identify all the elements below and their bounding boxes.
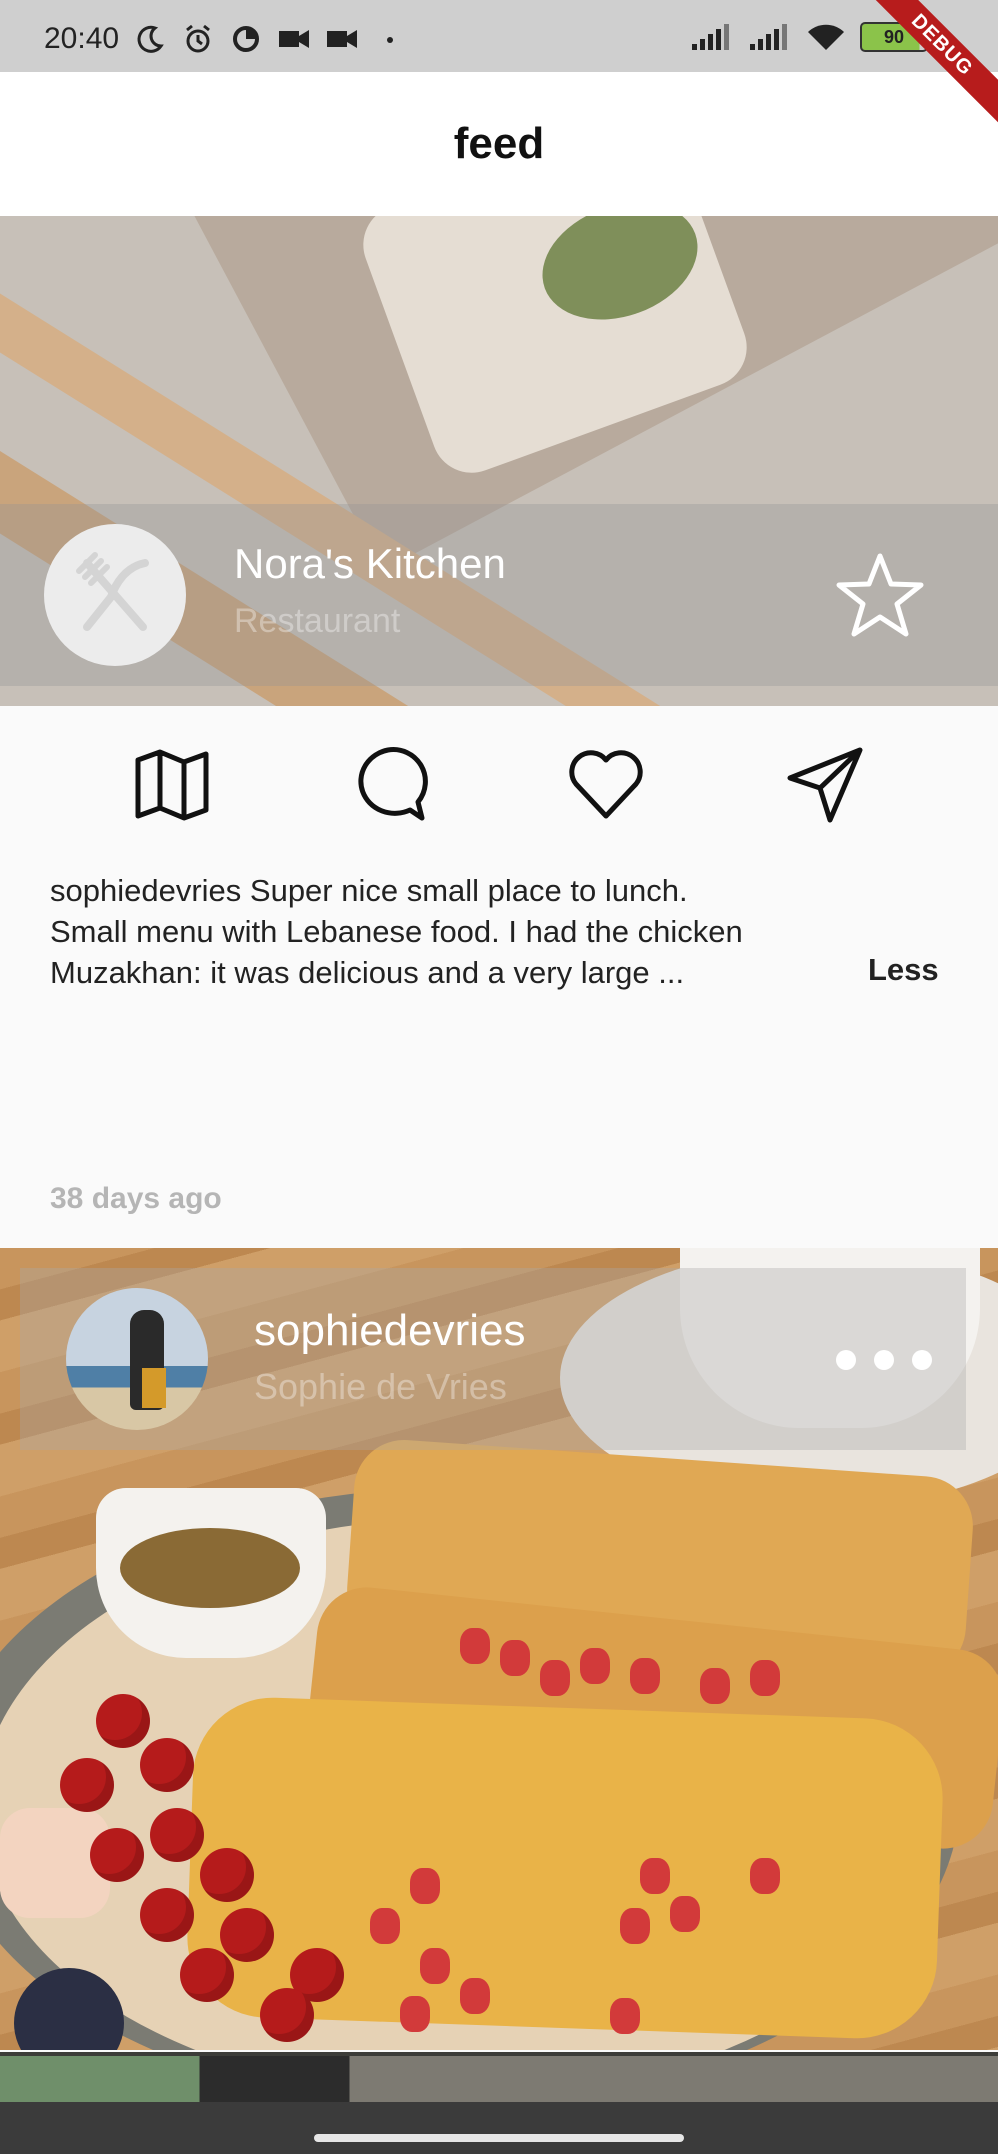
video-icon	[327, 30, 358, 48]
place-avatar[interactable]	[44, 524, 186, 666]
caption-line: Small menu with Lebanese food. I had the…	[50, 914, 743, 949]
send-icon[interactable]	[786, 744, 866, 824]
photo-pomegranate	[540, 1660, 570, 1696]
post-actions	[0, 706, 998, 856]
more-dot	[912, 1350, 932, 1370]
photo-pomegranate	[460, 1978, 490, 2014]
post-full-name: Sophie de Vries	[254, 1366, 507, 1407]
more-dot	[874, 1350, 894, 1370]
photo-pomegranate	[700, 1668, 730, 1704]
post-caption: sophiedevries Super nice small place to …	[50, 870, 850, 993]
photo-pomegranate	[400, 1996, 430, 2032]
photo-pomegranate	[670, 1896, 700, 1932]
photo-pomegranate	[750, 1660, 780, 1696]
app-bar: feed	[0, 72, 998, 216]
photo-berry	[150, 1808, 204, 1862]
map-icon[interactable]	[132, 744, 212, 824]
post-timestamp: 38 days ago	[50, 1182, 222, 1215]
photo-berry	[140, 1738, 194, 1792]
more-horizontal-icon[interactable]	[836, 1340, 932, 1380]
photo-berry	[90, 1828, 144, 1882]
place-type: Restaurant	[234, 602, 401, 640]
photo-sugar	[120, 1528, 300, 1608]
alarm-icon	[186, 24, 211, 53]
photo-pomegranate	[620, 1908, 650, 1944]
star-icon[interactable]	[834, 550, 926, 642]
post-username[interactable]: sophiedevries	[254, 1306, 526, 1356]
status-left: 20:40	[44, 22, 407, 56]
photo-berry	[96, 1694, 150, 1748]
comment-icon[interactable]	[348, 744, 428, 824]
photo-pomegranate	[500, 1640, 530, 1676]
caption-line: Muzakhan: it was delicious and a very la…	[50, 955, 685, 990]
photo-berry	[60, 1758, 114, 1812]
fork-knife-icon	[76, 552, 149, 631]
photo-pomegranate	[420, 1948, 450, 1984]
data-saver-icon	[233, 26, 260, 52]
page-title: feed	[453, 119, 545, 168]
signal-icon	[750, 24, 787, 50]
photo-pomegranate	[460, 1628, 490, 1664]
photo-pomegranate	[370, 1908, 400, 1944]
place-name[interactable]: Nora's Kitchen	[234, 540, 506, 588]
photo-berry	[260, 1988, 314, 2042]
status-right: 90	[690, 22, 933, 52]
caption-line: sophiedevries Super nice small place to …	[50, 873, 688, 908]
video-icon	[279, 30, 310, 48]
navigation-bar	[0, 2102, 998, 2154]
dot-icon	[387, 37, 394, 43]
avatar-person-detail	[142, 1368, 166, 1408]
wifi-icon	[808, 24, 844, 50]
photo-berry	[200, 1848, 254, 1902]
status-time: 20:40	[44, 22, 120, 55]
signal-icon	[692, 24, 729, 50]
photo-pomegranate	[750, 1858, 780, 1894]
avatar[interactable]	[66, 1288, 208, 1430]
photo-berry	[220, 1908, 274, 1962]
heart-icon[interactable]	[566, 744, 646, 824]
photo-pomegranate	[610, 1998, 640, 2034]
photo-pomegranate	[630, 1658, 660, 1694]
photo-berry	[180, 1948, 234, 2002]
status-bar: 20:40 90	[0, 0, 998, 72]
photo-pomegranate	[580, 1648, 610, 1684]
less-toggle[interactable]: Less	[868, 952, 939, 988]
photo-pomegranate	[410, 1868, 440, 1904]
more-dot	[836, 1350, 856, 1370]
photo-pomegranate	[640, 1858, 670, 1894]
moon-icon	[137, 25, 164, 53]
home-gesture-handle[interactable]	[314, 2134, 684, 2142]
next-post-image	[0, 2056, 998, 2102]
photo-berry	[140, 1888, 194, 1942]
